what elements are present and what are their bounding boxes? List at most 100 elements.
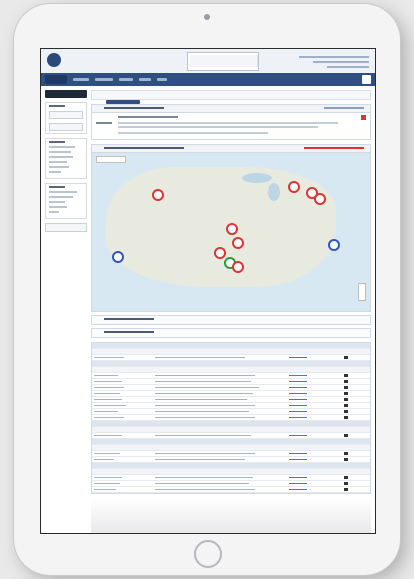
users-not-logged-in-panel[interactable] (91, 328, 371, 338)
cell-link[interactable] (288, 489, 307, 490)
chat-icon[interactable] (344, 356, 349, 359)
panel-meta (324, 107, 364, 109)
cell-link[interactable] (288, 435, 307, 436)
cell-text (155, 399, 248, 400)
cell-link[interactable] (288, 483, 307, 484)
news-line (118, 132, 268, 134)
breadcrumb-pill[interactable] (106, 100, 140, 104)
sidebar-link[interactable] (49, 171, 61, 173)
activity-map[interactable] (92, 153, 370, 311)
cell-text (94, 417, 124, 418)
sidebar (45, 90, 87, 520)
panel-title (104, 318, 154, 320)
map-marker[interactable] (232, 261, 244, 273)
chat-icon[interactable] (344, 488, 349, 491)
status-cell (240, 55, 258, 67)
user-info[interactable] (299, 53, 369, 69)
map-marker[interactable] (226, 223, 238, 235)
cell-text (155, 357, 246, 358)
map-marker[interactable] (288, 181, 300, 193)
sidebar-link[interactable] (49, 156, 73, 158)
cell-text (94, 435, 122, 436)
chat-icon[interactable] (344, 458, 349, 461)
screen (40, 48, 376, 534)
chat-icon[interactable] (344, 434, 349, 437)
sidebar-link[interactable] (49, 191, 77, 193)
sidebar-button[interactable] (45, 223, 87, 232)
cell-link[interactable] (288, 417, 307, 418)
cell-text (155, 411, 250, 412)
map-marker[interactable] (314, 193, 326, 205)
turf-logo-icon (47, 53, 61, 67)
cell-link[interactable] (288, 459, 307, 460)
main-nav (41, 73, 375, 86)
cell-link[interactable] (288, 381, 307, 382)
cell-link[interactable] (288, 375, 307, 376)
cell-link[interactable] (288, 405, 307, 406)
cell-link[interactable] (288, 387, 307, 388)
chat-icon[interactable] (344, 404, 349, 407)
cell-link[interactable] (288, 399, 307, 400)
status-cell (206, 55, 224, 67)
nav-item[interactable] (139, 78, 151, 81)
sidebar-link[interactable] (49, 206, 67, 208)
nav-item[interactable] (157, 78, 167, 81)
map-marker[interactable] (232, 237, 244, 249)
chat-icon[interactable] (344, 410, 349, 413)
cell-link[interactable] (288, 477, 307, 478)
sidebar-link[interactable] (49, 166, 69, 168)
panel-title (104, 147, 184, 149)
cell-text (94, 387, 124, 388)
news-panel (91, 104, 371, 140)
nav-item[interactable] (119, 78, 133, 81)
sidebar-input[interactable] (49, 111, 83, 119)
home-button[interactable] (194, 540, 222, 568)
map-marker[interactable] (152, 189, 164, 201)
sidebar-input[interactable] (49, 123, 83, 131)
chat-icon[interactable] (344, 392, 349, 395)
activity-map-panel (91, 144, 371, 312)
nav-item[interactable] (73, 78, 89, 81)
cell-link[interactable] (288, 357, 307, 358)
close-icon[interactable] (361, 115, 366, 120)
panel-title (104, 107, 164, 109)
sidebar-link[interactable] (49, 151, 71, 153)
cell-link[interactable] (288, 411, 307, 412)
chat-icon[interactable] (344, 482, 349, 485)
cell-text (155, 435, 252, 436)
map-marker[interactable] (328, 239, 340, 251)
map-marker[interactable] (112, 251, 124, 263)
map-filter-links[interactable] (304, 147, 364, 149)
chat-icon[interactable] (344, 416, 349, 419)
users-logged-in-panel[interactable] (91, 315, 371, 325)
sidebar-link[interactable] (49, 196, 73, 198)
sidebar-link[interactable] (49, 211, 59, 213)
chat-icon[interactable] (344, 374, 349, 377)
cell-text (94, 399, 122, 400)
chat-icon[interactable] (344, 476, 349, 479)
map-zoom-icon[interactable] (358, 283, 366, 301)
sidebar-link[interactable] (49, 201, 65, 203)
nav-item[interactable] (95, 78, 113, 81)
search-icon[interactable] (362, 75, 371, 84)
cell-link[interactable] (288, 453, 307, 454)
cell-text (155, 483, 250, 484)
chat-icon[interactable] (344, 452, 349, 455)
cell-text (155, 417, 256, 418)
sidebar-link[interactable] (49, 146, 75, 148)
map-marker[interactable] (214, 247, 226, 259)
chat-icon[interactable] (344, 380, 349, 383)
map-lake (268, 183, 280, 201)
chat-icon[interactable] (344, 386, 349, 389)
table-row[interactable] (92, 486, 370, 493)
nav-item-active[interactable] (45, 75, 67, 84)
sidebar-mystore-block (45, 183, 87, 219)
map-type-tabs[interactable] (96, 156, 126, 163)
camera-icon (204, 14, 210, 20)
cell-text (155, 453, 256, 454)
cell-link[interactable] (288, 393, 307, 394)
chat-icon[interactable] (344, 398, 349, 401)
news-date (96, 122, 112, 124)
breadcrumb (91, 90, 371, 104)
sidebar-link[interactable] (49, 161, 67, 163)
